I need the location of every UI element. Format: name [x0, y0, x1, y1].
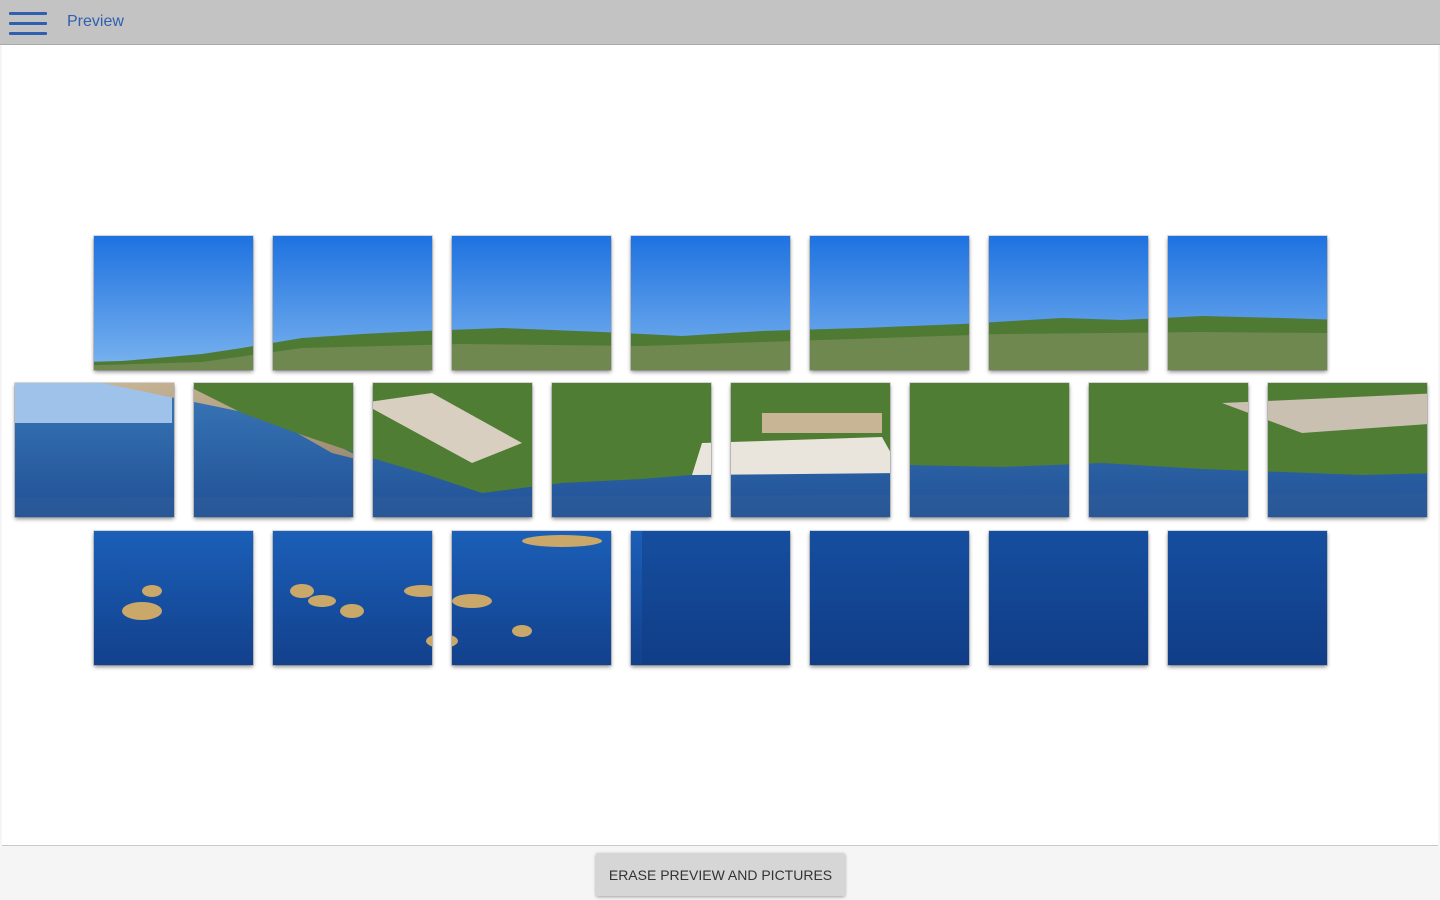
preview-tile[interactable] — [552, 383, 711, 517]
preview-tile[interactable] — [452, 236, 611, 370]
page-title: Preview — [67, 13, 124, 30]
preview-tile[interactable] — [1268, 383, 1427, 517]
preview-tile[interactable] — [910, 383, 1069, 517]
preview-tile[interactable] — [273, 236, 432, 370]
preview-tile[interactable] — [631, 531, 790, 665]
bottom-bar: ERASE PREVIEW AND PICTURES — [0, 846, 1440, 900]
preview-tile[interactable] — [1168, 236, 1327, 370]
preview-tile[interactable] — [810, 236, 969, 370]
preview-tile[interactable] — [989, 531, 1148, 665]
hamburger-menu-icon[interactable] — [9, 10, 47, 37]
preview-tile[interactable] — [1089, 383, 1248, 517]
preview-tile[interactable] — [273, 531, 432, 665]
erase-preview-button[interactable]: ERASE PREVIEW AND PICTURES — [596, 853, 845, 896]
preview-tile[interactable] — [1168, 531, 1327, 665]
preview-tile[interactable] — [631, 236, 790, 370]
preview-tile[interactable] — [94, 236, 253, 370]
preview-tile[interactable] — [731, 383, 890, 517]
preview-tile[interactable] — [373, 383, 532, 517]
preview-tile[interactable] — [810, 531, 969, 665]
preview-tile[interactable] — [194, 383, 353, 517]
top-bar: Preview — [0, 0, 1440, 45]
preview-tile[interactable] — [15, 383, 174, 517]
preview-canvas — [2, 45, 1438, 846]
preview-tile[interactable] — [94, 531, 253, 665]
preview-tile[interactable] — [989, 236, 1148, 370]
preview-tile[interactable] — [452, 531, 611, 665]
